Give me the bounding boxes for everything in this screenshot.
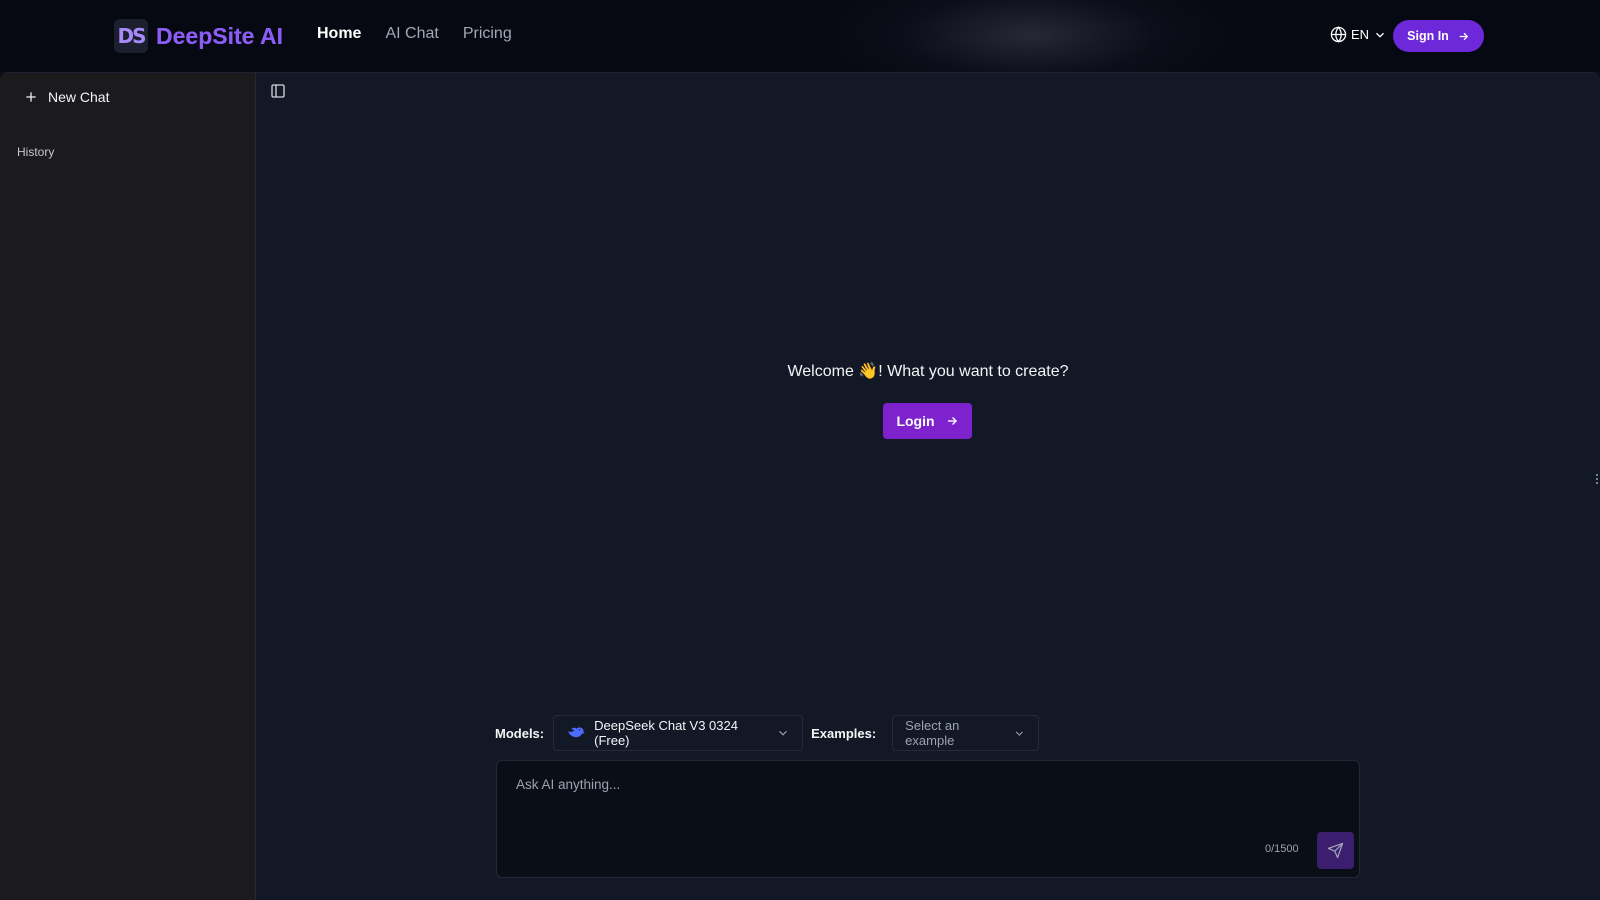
nav-pricing[interactable]: Pricing: [463, 25, 512, 43]
app-frame: New Chat History Welcome 👋! What you wan…: [0, 72, 1600, 900]
arrow-right-icon: [1459, 32, 1469, 40]
login-label: Login: [896, 413, 935, 429]
new-chat-button[interactable]: New Chat: [24, 87, 109, 107]
sign-in-button[interactable]: Sign In: [1393, 20, 1484, 52]
send-button[interactable]: [1317, 832, 1354, 869]
top-navbar: DS DeepSite AI Home AI Chat Pricing EN S…: [0, 0, 1600, 72]
model-select-value: DeepSeek Chat V3 0324 (Free): [594, 718, 738, 748]
char-counter: 0/1500: [1265, 843, 1299, 855]
arrow-right-icon: [947, 417, 957, 425]
example-select[interactable]: Select an example: [892, 715, 1040, 751]
prompt-input[interactable]: [497, 761, 1359, 841]
chevron-down-icon: [779, 730, 788, 736]
globe-icon: [1330, 26, 1347, 43]
plus-icon: [26, 92, 36, 102]
welcome-message: Welcome 👋! What you want to create?: [787, 363, 1069, 380]
brand-logo[interactable]: DS DeepSite AI: [114, 19, 283, 53]
prompt-box: 0/1500: [496, 760, 1360, 878]
history-heading: History: [17, 145, 55, 159]
resize-handle-icon[interactable]: [1595, 473, 1599, 485]
example-select-placeholder: Select an example: [905, 718, 960, 748]
login-button[interactable]: Login: [883, 403, 972, 439]
model-select[interactable]: DeepSeek Chat V3 0324 (Free): [553, 715, 804, 751]
sidebar: New Chat History: [0, 73, 256, 900]
chat-main: Welcome 👋! What you want to create? Logi…: [256, 73, 1600, 900]
nav-home[interactable]: Home: [317, 25, 361, 43]
nav-ai-chat[interactable]: AI Chat: [385, 25, 438, 43]
brand-name: DeepSite AI: [156, 22, 283, 49]
logo-mark-text: DS: [117, 24, 146, 48]
chevron-down-icon: [1016, 731, 1024, 736]
language-code: EN: [1351, 27, 1370, 42]
send-icon: [1327, 842, 1344, 859]
chevron-down-icon: [1376, 32, 1385, 38]
main-nav: Home AI Chat Pricing: [317, 25, 512, 43]
new-chat-label: New Chat: [48, 89, 110, 105]
sign-in-label: Sign In: [1407, 29, 1449, 43]
examples-label: Examples:: [811, 725, 877, 741]
prompt-controls: Models: DeepSeek Chat V3 0324 (Free) Exa…: [495, 715, 1040, 751]
language-selector[interactable]: EN: [1330, 26, 1387, 43]
models-label: Models:: [495, 725, 545, 741]
header-glow: [830, 0, 1230, 72]
sidebar-toggle-icon[interactable]: [270, 83, 286, 99]
logo-mark-icon: DS: [114, 19, 148, 53]
deepseek-whale-icon: [568, 727, 585, 738]
